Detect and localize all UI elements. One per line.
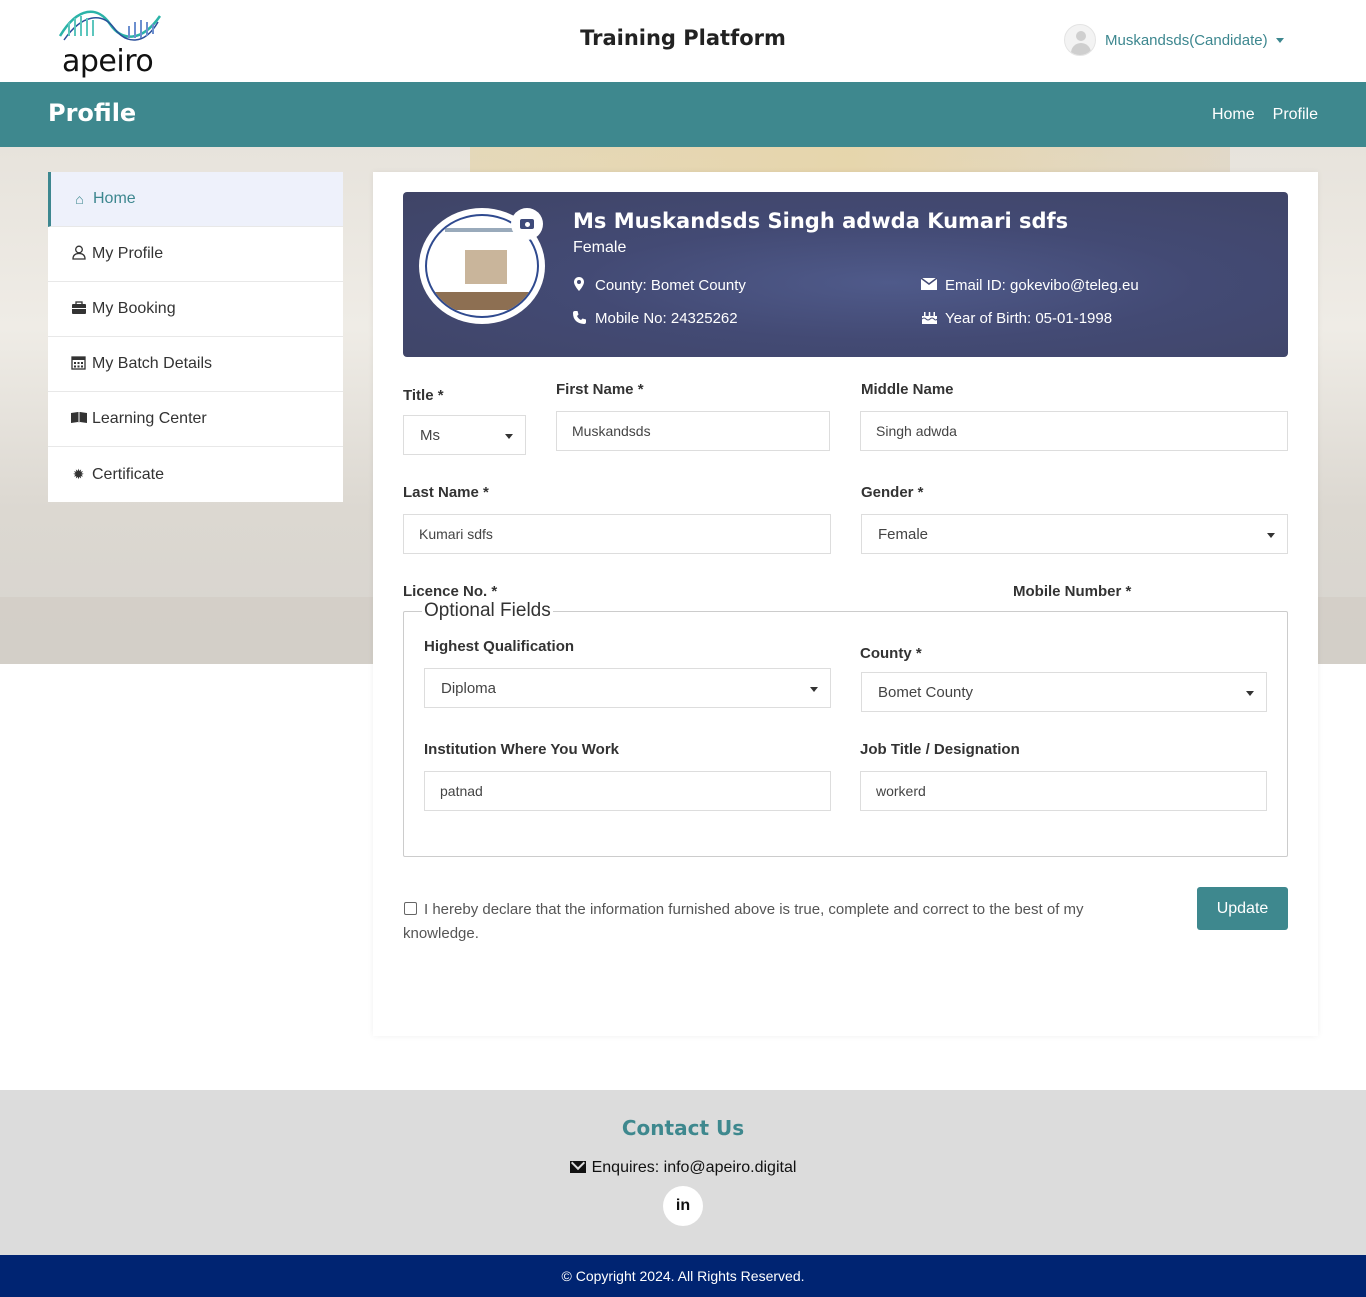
- chevron-down-icon: [505, 434, 513, 439]
- sidebar-item-my-batch-details[interactable]: My Batch Details: [48, 337, 343, 392]
- sidebar-item-label: My Profile: [92, 245, 164, 262]
- job-title-label: Job Title / Designation: [860, 741, 1020, 758]
- envelope-icon: [920, 277, 938, 293]
- envelope-icon: [569, 1161, 586, 1173]
- phone-icon: [571, 310, 587, 327]
- institution-label: Institution Where You Work: [424, 741, 619, 758]
- book-icon: [70, 411, 87, 427]
- sidebar-item-label: Home: [93, 190, 136, 207]
- profile-full-name: Ms Muskandsds Singh adwda Kumari sdfs: [573, 209, 1069, 233]
- profile-summary-banner: Ms Muskandsds Singh adwda Kumari sdfs Fe…: [403, 192, 1288, 357]
- footer: Contact Us Enquires: info@apeiro.digital…: [0, 1090, 1366, 1255]
- middle-name-input[interactable]: Singh adwda: [860, 411, 1288, 451]
- first-name-label: First Name *: [556, 381, 644, 398]
- user-name: Muskandsds(Candidate): [1105, 31, 1268, 49]
- optional-fields-legend: Optional Fields: [422, 600, 553, 622]
- linkedin-icon[interactable]: in: [663, 1186, 703, 1226]
- chevron-down-icon: [1267, 533, 1275, 538]
- licence-label: Licence No. *: [403, 583, 498, 600]
- calendar-icon: [70, 355, 87, 373]
- chevron-down-icon: [1275, 37, 1284, 43]
- last-name-input[interactable]: Kumari sdfs: [403, 514, 831, 554]
- update-button[interactable]: Update: [1197, 887, 1288, 930]
- page-title-bar: Profile Home Profile: [0, 82, 1366, 147]
- briefcase-icon: [70, 300, 87, 318]
- profile-card: Ms Muskandsds Singh adwda Kumari sdfs Fe…: [373, 172, 1318, 1036]
- profile-gender: Female: [573, 239, 627, 256]
- gender-select[interactable]: Female: [861, 514, 1288, 554]
- contact-title: Contact Us: [621, 1116, 745, 1140]
- middle-name-label: Middle Name: [861, 381, 954, 398]
- home-icon: ⌂: [75, 191, 84, 207]
- user-icon: [70, 245, 87, 263]
- breadcrumb: Home Profile: [1212, 106, 1318, 124]
- declaration-checkbox[interactable]: [404, 902, 417, 915]
- profile-mobile: Mobile No: 24325262: [571, 310, 738, 327]
- mobile-number-label: Mobile Number *: [1013, 583, 1132, 600]
- profile-year-of-birth: Year of Birth: 05-01-1998: [921, 310, 1112, 327]
- breadcrumb-profile-link[interactable]: Profile: [1273, 106, 1318, 124]
- profile-email: Email ID: gokevibo@teleg.eu: [920, 277, 1139, 294]
- copyright-bar: © Copyright 2024. All Rights Reserved.: [0, 1255, 1366, 1297]
- sidebar-item-label: Learning Center: [92, 410, 207, 427]
- avatar: [1064, 24, 1096, 56]
- declaration: I hereby declare that the information fu…: [403, 898, 1143, 946]
- county-select[interactable]: Bomet County: [861, 672, 1267, 712]
- sidebar-item-label: Certificate: [92, 465, 165, 483]
- page-title: Profile: [48, 99, 137, 127]
- sidebar-item-my-profile[interactable]: My Profile: [48, 227, 343, 282]
- first-name-input[interactable]: Muskandsds: [556, 411, 830, 451]
- enquiry-email-link[interactable]: Enquires: info@apeiro.digital: [592, 1159, 797, 1176]
- profile-county: County: Bomet County: [571, 277, 746, 294]
- sidebar-nav: ⌂ Home My Profile My Booking My Batch De…: [48, 172, 343, 502]
- map-marker-icon: [571, 277, 587, 294]
- camera-icon[interactable]: [511, 208, 543, 240]
- qualification-select[interactable]: Diploma: [424, 668, 831, 708]
- sidebar-item-home[interactable]: ⌂ Home: [48, 172, 343, 227]
- sidebar-item-label: My Booking: [92, 300, 176, 317]
- last-name-label: Last Name *: [403, 484, 489, 501]
- job-title-input[interactable]: workerd: [860, 771, 1267, 811]
- chevron-down-icon: [810, 687, 818, 692]
- county-label: County *: [860, 645, 922, 662]
- gender-label: Gender *: [861, 484, 924, 501]
- sidebar-item-learning-center[interactable]: Learning Center: [48, 392, 343, 447]
- chevron-down-icon: [1246, 691, 1254, 696]
- top-header: apeiro Training Platform Muskandsds(Cand…: [0, 0, 1366, 82]
- breadcrumb-home-link[interactable]: Home: [1212, 106, 1255, 124]
- title-select[interactable]: Ms: [403, 415, 526, 455]
- qualification-label: Highest Qualification: [424, 638, 575, 655]
- sidebar-item-label: My Batch Details: [92, 355, 213, 372]
- certificate-icon: ✹: [72, 466, 85, 482]
- institution-input[interactable]: patnad: [424, 771, 831, 811]
- declaration-text: I hereby declare that the information fu…: [403, 901, 1084, 942]
- user-menu-dropdown[interactable]: Muskandsds(Candidate): [1064, 24, 1284, 56]
- birthday-cake-icon: [921, 310, 937, 327]
- sidebar-item-my-booking[interactable]: My Booking: [48, 282, 343, 337]
- sidebar-item-certificate[interactable]: ✹ Certificate: [48, 447, 343, 502]
- enquiry-line: Enquires: info@apeiro.digital: [0, 1159, 1366, 1177]
- copyright-text: © Copyright 2024. All Rights Reserved.: [561, 1268, 805, 1284]
- title-label: Title *: [403, 387, 444, 404]
